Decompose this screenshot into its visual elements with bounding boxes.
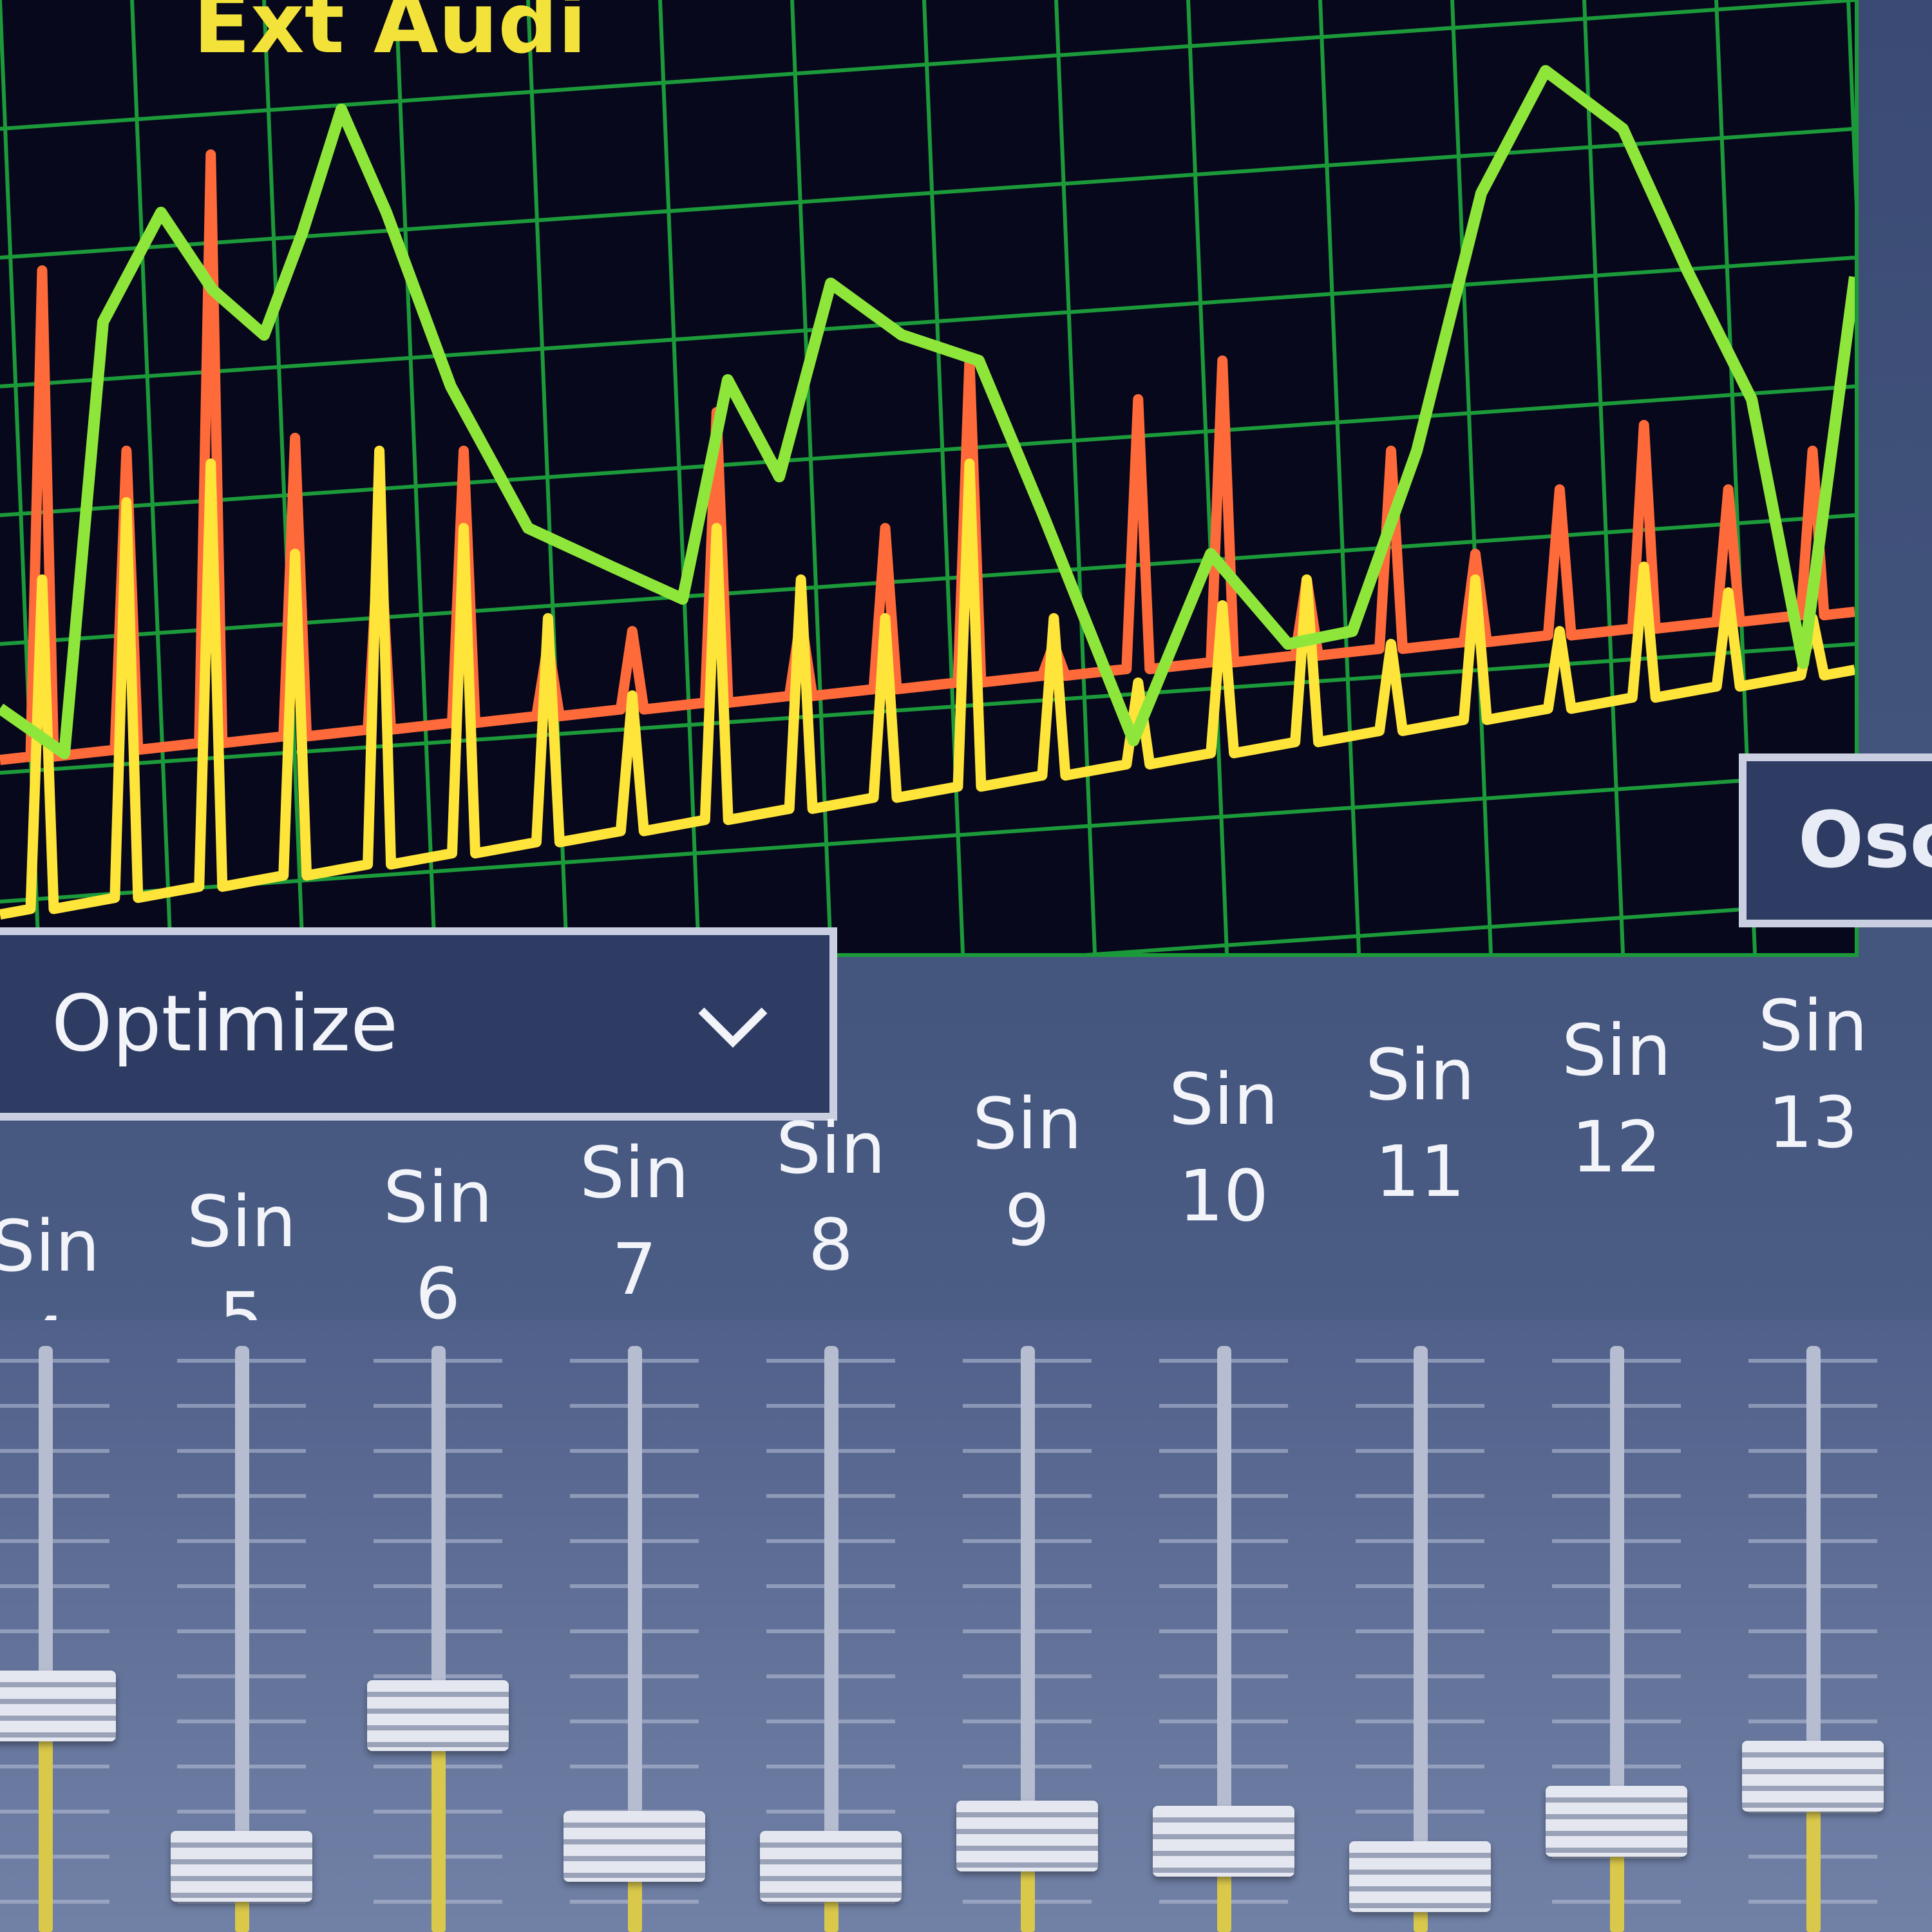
- channel-slider[interactable]: [950, 1320, 1104, 1932]
- channel-name: Sin: [0, 1205, 100, 1287]
- grid-line-vertical: [394, 0, 437, 953]
- channel-slider[interactable]: [1736, 1320, 1890, 1932]
- channel-number: 9: [1005, 1179, 1050, 1262]
- channel-slider[interactable]: [1343, 1320, 1497, 1932]
- channel-name: Sin: [383, 1156, 493, 1238]
- channel-number: 8: [808, 1204, 853, 1286]
- slider-fill: [1610, 1857, 1624, 1932]
- slider-fill: [1414, 1911, 1428, 1932]
- channel-label: Sin 7: [557, 1124, 712, 1318]
- channel-slider[interactable]: [557, 1320, 712, 1932]
- channel-label: Sin 8: [753, 1100, 908, 1293]
- channel-number: 7: [612, 1228, 657, 1311]
- grid-line-vertical: [1450, 0, 1493, 953]
- channel-name: Sin: [775, 1107, 886, 1189]
- slider-thumb[interactable]: [1546, 1786, 1687, 1857]
- channel-name: Sin: [1561, 1009, 1672, 1092]
- channel-number: 13: [1768, 1081, 1858, 1164]
- grid-line-horizontal: [0, 513, 1855, 646]
- slider-fill: [628, 1882, 642, 1932]
- orange-wave: [0, 149, 1855, 765]
- channel-name: Sin: [1168, 1058, 1279, 1141]
- slider-fill: [1806, 1811, 1821, 1932]
- slider-thumb[interactable]: [367, 1680, 509, 1752]
- slider-fill: [1217, 1877, 1231, 1932]
- channel-label: Sin 13: [1736, 978, 1890, 1171]
- slider-thumb[interactable]: [171, 1831, 312, 1902]
- channel-slider[interactable]: [361, 1320, 515, 1932]
- channel-sliders: [0, 1320, 1932, 1932]
- channel-name: Sin: [1757, 985, 1868, 1067]
- grid-line-vertical: [922, 0, 965, 953]
- slider-fill: [235, 1902, 249, 1932]
- channel-name: Sin: [186, 1180, 297, 1263]
- channel-number: 10: [1179, 1155, 1269, 1237]
- channel-slider[interactable]: [1146, 1320, 1301, 1932]
- channel-label: Sin 6: [361, 1149, 515, 1342]
- channel-label: Sin 11: [1343, 1027, 1497, 1220]
- slider-fill: [39, 1741, 53, 1932]
- channel-name: Sin: [579, 1132, 690, 1214]
- grid-line-horizontal: [0, 127, 1855, 260]
- synth-window: Ext Audi Optimize Osc Sin4Sin5Sin6Sin7Si…: [0, 0, 1932, 1932]
- channel-slider[interactable]: [0, 1320, 122, 1932]
- slider-fill: [824, 1902, 838, 1932]
- slider-thumb[interactable]: [1349, 1841, 1491, 1912]
- slider-thumb[interactable]: [760, 1831, 902, 1902]
- channel-label: Sin 12: [1539, 1002, 1694, 1195]
- channel-name: Sin: [972, 1083, 1083, 1165]
- optimize-dropdown[interactable]: Optimize: [0, 927, 837, 1121]
- channel-name: Sin: [1365, 1034, 1475, 1116]
- channel-number: 11: [1375, 1130, 1465, 1213]
- slider-thumb[interactable]: [956, 1801, 1098, 1872]
- grid-line-vertical: [1582, 0, 1625, 953]
- channel-label: Sin 10: [1146, 1051, 1301, 1244]
- slider-fill: [1021, 1871, 1035, 1932]
- channel-label: Sin 9: [950, 1075, 1104, 1269]
- grid-line-vertical: [1054, 0, 1097, 953]
- slider-thumb[interactable]: [564, 1811, 705, 1882]
- grid-line-horizontal: [0, 384, 1855, 517]
- slider-thumb[interactable]: [1742, 1740, 1884, 1812]
- slider-ticks: [0, 1359, 109, 1926]
- oscilloscope-plot: [0, 0, 1855, 953]
- slider-thumb[interactable]: [0, 1670, 116, 1741]
- green-wave: [0, 65, 1855, 759]
- channel-slider[interactable]: [753, 1320, 908, 1932]
- slider-thumb[interactable]: [1153, 1806, 1294, 1877]
- osc-button-label: Osc: [1798, 795, 1932, 886]
- optimize-dropdown-value: Optimize: [52, 979, 399, 1069]
- channel-slider[interactable]: [1539, 1320, 1694, 1932]
- osc-button[interactable]: Osc: [1739, 753, 1932, 927]
- scope-title: Ext Audi: [193, 0, 587, 72]
- slider-fill: [431, 1751, 446, 1932]
- grid-line-vertical: [658, 0, 701, 953]
- channel-number: 12: [1571, 1106, 1662, 1188]
- channel-slider[interactable]: [164, 1320, 319, 1932]
- chevron-down-icon: [698, 1007, 768, 1048]
- oscilloscope-display: Ext Audi: [0, 0, 1859, 957]
